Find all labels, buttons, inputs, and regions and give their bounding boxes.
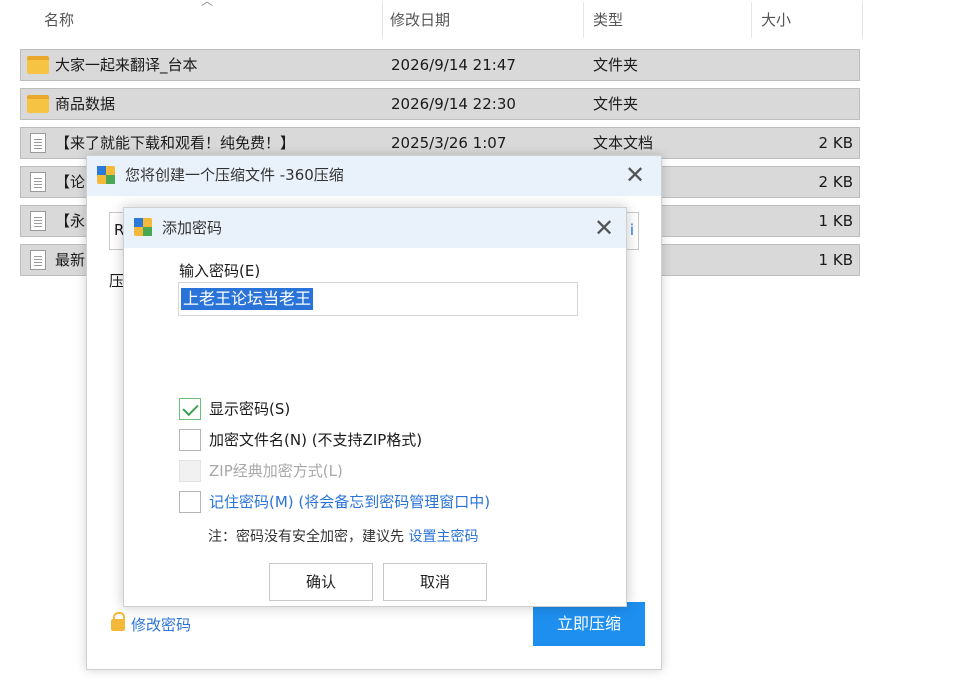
file-name: 【来了就能下载和观看！纯免费！】: [55, 134, 296, 152]
column-header-type[interactable]: 类型: [593, 0, 623, 40]
add-password-dialog: 添加密码 ✕ 输入密码(E) 上老王论坛当老王 显示密码(S) 加密文件名(N)…: [123, 207, 627, 607]
file-name: 商品数据: [55, 95, 116, 113]
password-value-selected: 上老王论坛当老王: [181, 288, 314, 310]
close-icon[interactable]: ✕: [623, 163, 647, 188]
modify-password-label: 修改密码: [131, 616, 192, 634]
column-divider[interactable]: [862, 2, 863, 38]
column-divider[interactable]: [583, 2, 584, 38]
file-size: 2 KB: [818, 173, 853, 191]
add-password-titlebar[interactable]: 添加密码 ✕: [124, 208, 626, 248]
password-input[interactable]: 上老王论坛当老王: [178, 282, 578, 316]
file-name: 大家一起来翻译_台本: [55, 56, 198, 74]
compress-dialog-titlebar[interactable]: 您将创建一个压缩文件 -360压缩 ✕: [87, 156, 661, 196]
show-password-label: 显示密码(S): [209, 400, 291, 418]
file-date: 2025/3/26 1:07: [391, 134, 507, 152]
compress-option-label-fragment: 压: [109, 272, 125, 290]
set-master-password-link[interactable]: 设置主密码: [408, 529, 478, 545]
remember-password-label[interactable]: 记住密码(M) (将会备忘到密码管理窗口中): [209, 491, 490, 513]
file-row[interactable]: 商品数据 2026/9/14 22:30 文件夹: [20, 88, 860, 120]
document-icon: [30, 250, 46, 270]
add-password-title: 添加密码: [162, 219, 223, 237]
zip-classic-encryption-label: ZIP经典加密方式(L): [209, 462, 343, 480]
checkbox-unchecked-icon[interactable]: [179, 429, 201, 451]
column-header-name[interactable]: 名称: [44, 0, 74, 40]
document-icon: [30, 133, 46, 153]
modify-password-link[interactable]: 修改密码: [111, 612, 192, 635]
file-size: 1 KB: [818, 212, 853, 230]
security-note: 注：密码没有安全加密，建议先 设置主密码: [208, 526, 478, 546]
checkbox-checked-icon[interactable]: [179, 398, 201, 420]
file-size: [721, 89, 853, 119]
column-header-size[interactable]: 大小: [761, 0, 791, 40]
folder-icon: [27, 95, 49, 113]
encrypt-filenames-label: 加密文件名(N) (不支持ZIP格式): [209, 431, 423, 449]
file-date: 2026/9/14 21:47: [391, 56, 516, 74]
cancel-button[interactable]: 取消: [383, 563, 487, 601]
security-note-text: 注：密码没有安全加密，建议先: [208, 529, 409, 545]
browse-link-fragment[interactable]: i: [630, 221, 634, 239]
file-size: 1 KB: [818, 251, 853, 269]
lock-icon: [111, 612, 125, 631]
column-divider[interactable]: [751, 2, 752, 38]
folder-icon: [27, 56, 49, 74]
confirm-button[interactable]: 确认: [269, 563, 373, 601]
checkbox-unchecked-icon[interactable]: [179, 491, 201, 513]
password-input-label: 输入密码(E): [179, 262, 261, 280]
column-header-date[interactable]: 修改日期: [390, 0, 450, 40]
sort-ascending-icon: ︿: [201, 0, 214, 8]
file-size: 2 KB: [818, 134, 853, 152]
checkbox-disabled-icon: [179, 460, 201, 482]
compress-now-button[interactable]: 立即压缩: [533, 602, 645, 646]
360-compress-app-icon: [134, 218, 152, 236]
column-divider[interactable]: [382, 2, 383, 38]
column-header-row: ︿ 名称 修改日期 类型 大小: [20, 0, 864, 40]
document-icon: [30, 211, 46, 231]
close-icon[interactable]: ✕: [592, 216, 616, 241]
file-size: [721, 50, 853, 80]
file-row[interactable]: 大家一起来翻译_台本 2026/9/14 21:47 文件夹: [20, 49, 860, 81]
360-compress-app-icon: [97, 166, 115, 184]
file-date: 2026/9/14 22:30: [391, 95, 516, 113]
document-icon: [30, 172, 46, 192]
compress-dialog-title: 您将创建一个压缩文件 -360压缩: [125, 166, 344, 184]
